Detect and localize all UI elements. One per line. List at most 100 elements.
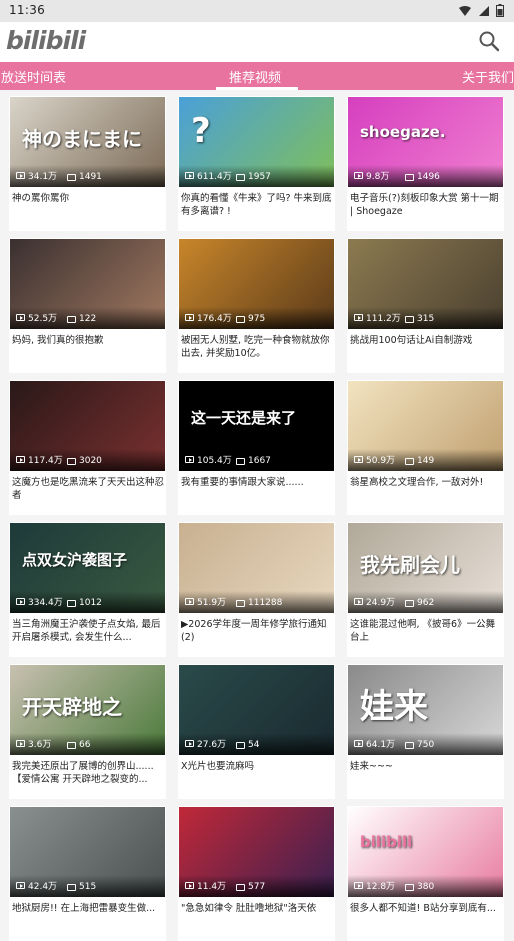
view-count: 27.6万 [185,737,226,750]
video-card[interactable]: 50.9万 149 翁星高校之文理合作, 一敌对外! [347,380,504,515]
tab-about[interactable]: 关于我们 [462,67,514,86]
video-title[interactable]: 翁星高校之文理合作, 一敌对外! [350,476,502,489]
view-count: 12.8万 [354,879,395,892]
video-thumbnail[interactable]: 点双女沪袭图子 334.4万 1012 [10,523,165,613]
view-count-text: 24.9万 [366,598,396,608]
video-title[interactable]: 妈妈, 我们真的很抱歉 [12,334,164,347]
video-thumbnail[interactable]: 50.9万 149 [348,381,503,471]
video-title[interactable]: 挑战用100句话让Ai自制游戏 [350,334,502,347]
video-thumbnail[interactable]: 111.2万 315 [348,239,503,329]
view-count-text: 9.8万 [366,172,390,182]
video-thumbnail[interactable]: 开天辟地之 3.6万 66 [10,665,165,755]
video-title[interactable]: 这魔方也是吃黑流来了天天出这种忍者 [12,476,164,502]
video-thumbnail[interactable]: bilibili 12.8万 380 [348,807,503,897]
view-count: 105.4万 [185,453,232,466]
view-count: 42.4万 [16,879,57,892]
video-title[interactable]: 当三角洲魔王沪袭使子点女焰, 最后开启屠杀模式, 会发生什么... [12,618,164,644]
video-card[interactable]: 这一天还是来了 105.4万 1667 我有重要的事情跟大家说...... [178,380,335,515]
view-count: 117.4万 [16,453,63,466]
danmaku-count: 315 [405,314,434,324]
video-card[interactable]: 27.6万 54 X光片也要流麻吗 [178,664,335,799]
video-card[interactable]: 开天辟地之 3.6万 66 我完美还原出了展博的创界山......【爱情公寓 开… [9,664,166,799]
view-count-text: 334.4万 [28,598,63,608]
danmaku-count: 66 [67,740,90,750]
video-card[interactable]: bilibili 12.8万 380 很多人都不知道! B站分享到底有... [347,806,504,941]
video-title[interactable]: 你真的看懂《牛来》了吗? 牛来到底有多离谱? ! [181,192,333,218]
play-count-icon [16,882,25,889]
video-title[interactable]: 电子音乐(?)刻板印象大赏 第十一期 | Shoegaze [350,192,502,218]
video-title[interactable]: 很多人都不知道! B站分享到底有... [350,902,502,915]
thumbnail-caption: shoegaze. [360,123,446,141]
battery-icon [496,4,504,17]
play-count-icon [185,740,194,747]
video-thumbnail[interactable]: 176.4万 975 [179,239,334,329]
danmaku-icon [405,457,414,465]
danmaku-icon [67,173,76,181]
video-thumbnail[interactable]: 51.9万 111288 [179,523,334,613]
video-thumbnail[interactable]: shoegaze. 9.8万 1496 [348,97,503,187]
video-thumbnail[interactable]: 27.6万 54 [179,665,334,755]
view-count-text: 611.4万 [197,172,232,182]
danmaku-icon [67,741,76,749]
video-thumbnail[interactable]: 52.5万 122 [10,239,165,329]
video-title[interactable]: 娃来~~~ [350,760,502,773]
view-count-text: 3.6万 [28,740,52,750]
danmaku-icon [236,457,245,465]
video-card[interactable]: 42.4万 515 地狱厨房!! 在上海把雷暴变生做... [9,806,166,941]
danmaku-count-text: 577 [248,882,266,892]
view-count: 611.4万 [185,169,232,182]
danmaku-icon [405,883,414,891]
play-count-icon [16,456,25,463]
video-title[interactable]: 我完美还原出了展博的创界山......【爱情公寓 开天辟地之裂变的... [12,760,164,786]
search-icon[interactable] [478,30,500,52]
video-thumbnail[interactable]: 娃来 64.1万 750 [348,665,503,755]
danmaku-count-text: 1491 [79,172,102,182]
video-title[interactable]: 神の罵你罵你 [12,192,164,205]
video-thumbnail[interactable]: 117.4万 3020 [10,381,165,471]
video-thumbnail[interactable]: 42.4万 515 [10,807,165,897]
danmaku-count-text: 1012 [79,598,102,608]
danmaku-count-text: 380 [417,882,435,892]
view-count: 52.5万 [16,311,57,324]
video-title[interactable]: 我有重要的事情跟大家说...... [181,476,333,489]
video-title[interactable]: X光片也要流麻吗 [181,760,333,773]
video-card[interactable]: shoegaze. 9.8万 1496 电子音乐(?)刻板印象大赏 第十一期 |… [347,96,504,231]
danmaku-icon [236,883,245,891]
video-title[interactable]: 地狱厨房!! 在上海把雷暴变生做... [12,902,164,915]
wifi-icon [459,5,471,16]
video-thumbnail[interactable]: 我先刷会儿 24.9万 962 [348,523,503,613]
view-count: 50.9万 [354,453,395,466]
danmaku-icon [67,315,76,323]
video-card[interactable]: 我先刷会儿 24.9万 962 这谁能混过他啊, 《披哥6》一公舞台上 [347,522,504,657]
video-thumbnail[interactable]: 11.4万 577 [179,807,334,897]
video-card[interactable]: 点双女沪袭图子 334.4万 1012 当三角洲魔王沪袭使子点女焰, 最后开启屠… [9,522,166,657]
danmaku-count-text: 1496 [417,172,440,182]
video-thumbnail[interactable]: 神のまにまに 34.1万 1491 [10,97,165,187]
danmaku-icon [405,741,414,749]
video-card[interactable]: 51.9万 111288 ▶2026学年度一周年修学旅行通知 (2) [178,522,335,657]
view-count-text: 11.4万 [197,882,227,892]
video-title[interactable]: ▶2026学年度一周年修学旅行通知 (2) [181,618,333,644]
video-card[interactable]: ? 611.4万 1957 你真的看懂《牛来》了吗? 牛来到底有多离谱? ! [178,96,335,231]
danmaku-count-text: 66 [79,740,91,750]
play-count-icon [16,598,25,605]
video-card[interactable]: 神のまにまに 34.1万 1491 神の罵你罵你 [9,96,166,231]
view-count: 64.1万 [354,737,395,750]
video-thumbnail[interactable]: ? 611.4万 1957 [179,97,334,187]
video-card[interactable]: 娃来 64.1万 750 娃来~~~ [347,664,504,799]
thumbnail-caption: 点双女沪袭图子 [22,551,128,569]
tab-recommended[interactable]: 推荐视频 [229,67,281,86]
status-icons [458,4,504,17]
video-card[interactable]: 176.4万 975 被困无人别墅, 吃完一种食物就放你出去, 并奖励10亿。 [178,238,335,373]
view-count-text: 176.4万 [197,314,232,324]
video-card[interactable]: 52.5万 122 妈妈, 我们真的很抱歉 [9,238,166,373]
play-count-icon [185,456,194,463]
video-title[interactable]: 这谁能混过他啊, 《披哥6》一公舞台上 [350,618,502,644]
video-card[interactable]: 11.4万 577 "急急如律令 肚肚噜地狱"洛天依 [178,806,335,941]
video-thumbnail[interactable]: 这一天还是来了 105.4万 1667 [179,381,334,471]
video-title[interactable]: 被困无人别墅, 吃完一种食物就放你出去, 并奖励10亿。 [181,334,333,360]
video-card[interactable]: 111.2万 315 挑战用100句话让Ai自制游戏 [347,238,504,373]
video-card[interactable]: 117.4万 3020 这魔方也是吃黑流来了天天出这种忍者 [9,380,166,515]
tab-schedule[interactable]: 放送时间表 [1,67,66,86]
video-title[interactable]: "急急如律令 肚肚噜地狱"洛天依 [181,902,333,915]
